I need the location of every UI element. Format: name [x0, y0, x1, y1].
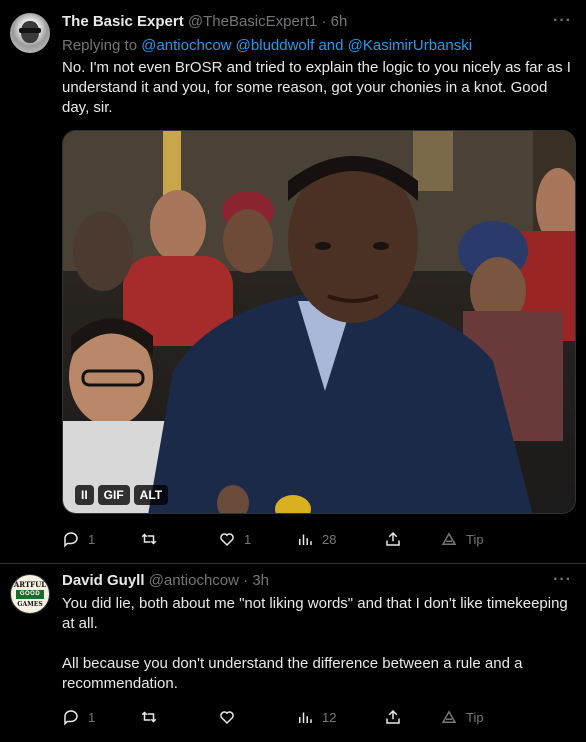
tip-label: Tip	[466, 531, 484, 547]
retweet-icon	[141, 711, 157, 723]
tip-icon	[441, 710, 457, 723]
views-count: 28	[322, 531, 337, 547]
retweet-icon	[141, 533, 157, 545]
avatar-sunglasses	[19, 28, 41, 33]
heart-icon	[220, 533, 234, 547]
more-options-icon[interactable]: ···	[553, 571, 572, 589]
like-button[interactable]: 1	[218, 529, 251, 549]
share-icon	[386, 709, 400, 724]
tweet-1[interactable]: The Basic Expert @TheBasicExpert1 · 6h ·…	[0, 0, 586, 564]
views-icon	[299, 534, 312, 545]
views-button[interactable]: 28	[296, 529, 336, 549]
action-bar: 1 1 28 Tip	[62, 529, 562, 549]
heart-icon	[220, 711, 234, 725]
tweet-header: The Basic Expert @TheBasicExpert1 · 6h	[62, 12, 347, 32]
replying-to-label: Replying to	[62, 37, 138, 54]
handle[interactable]: @TheBasicExpert1	[188, 13, 317, 30]
like-count: 1	[244, 531, 252, 547]
media-gif[interactable]: II GIF ALT	[62, 130, 576, 514]
tweet-2[interactable]: ARTFUL GOOD GAMES David Guyll @antiochco…	[0, 563, 586, 742]
tip-icon	[441, 532, 457, 545]
mention-link[interactable]: @bluddwolf	[236, 37, 315, 54]
avatar-logo-text: GAMES	[17, 601, 43, 608]
tweet-text: You did lie, both about me "not liking w…	[62, 595, 568, 692]
tweet-text: No. I'm not even BrOSR and tried to expl…	[62, 59, 576, 116]
pause-button[interactable]: II	[75, 485, 94, 505]
share-icon	[386, 531, 400, 546]
alt-text-button[interactable]: ALT	[133, 485, 169, 505]
avatar-logo-text: ARTFUL	[13, 580, 47, 589]
tip-button[interactable]: Tip	[440, 707, 484, 727]
handle[interactable]: @antiochcow	[149, 572, 239, 589]
retweet-button[interactable]	[140, 707, 166, 727]
reply-count: 1	[88, 531, 96, 547]
like-button[interactable]	[218, 707, 244, 727]
display-name[interactable]: David Guyll	[62, 572, 145, 589]
mention-link[interactable]: @antiochcow	[141, 37, 231, 54]
tip-button[interactable]: Tip	[440, 529, 484, 549]
reply-button[interactable]: 1	[62, 529, 95, 549]
action-bar: 1 12 Tip	[62, 707, 562, 727]
display-name[interactable]: The Basic Expert	[62, 13, 184, 30]
reply-icon	[64, 532, 78, 548]
avatar[interactable]	[10, 13, 50, 53]
avatar-logo-text: GOOD	[16, 590, 44, 599]
reply-button[interactable]: 1	[62, 707, 95, 727]
tweet-header: David Guyll @antiochcow · 3h	[62, 571, 269, 591]
gif-badge: GIF	[97, 485, 130, 505]
gif-frame	[63, 131, 575, 513]
views-count: 12	[322, 709, 337, 725]
replying-to: Replying to @antiochcow @bluddwolf and @…	[62, 37, 472, 54]
tip-label: Tip	[466, 709, 484, 725]
reply-count: 1	[88, 709, 96, 725]
avatar[interactable]: ARTFUL GOOD GAMES	[10, 574, 50, 614]
timestamp[interactable]: · 3h	[243, 572, 269, 589]
views-icon	[299, 712, 312, 723]
media-badges: II GIF ALT	[75, 485, 169, 505]
share-button[interactable]	[384, 529, 402, 549]
views-button[interactable]: 12	[296, 707, 336, 727]
share-button[interactable]	[384, 707, 402, 727]
mention-link[interactable]: @KasimirUrbanski	[348, 37, 472, 54]
mention-conjunction: and	[318, 37, 344, 54]
timestamp[interactable]: · 6h	[322, 13, 348, 30]
reply-icon	[64, 710, 78, 726]
more-options-icon[interactable]: ···	[553, 12, 572, 30]
retweet-button[interactable]	[140, 529, 166, 549]
